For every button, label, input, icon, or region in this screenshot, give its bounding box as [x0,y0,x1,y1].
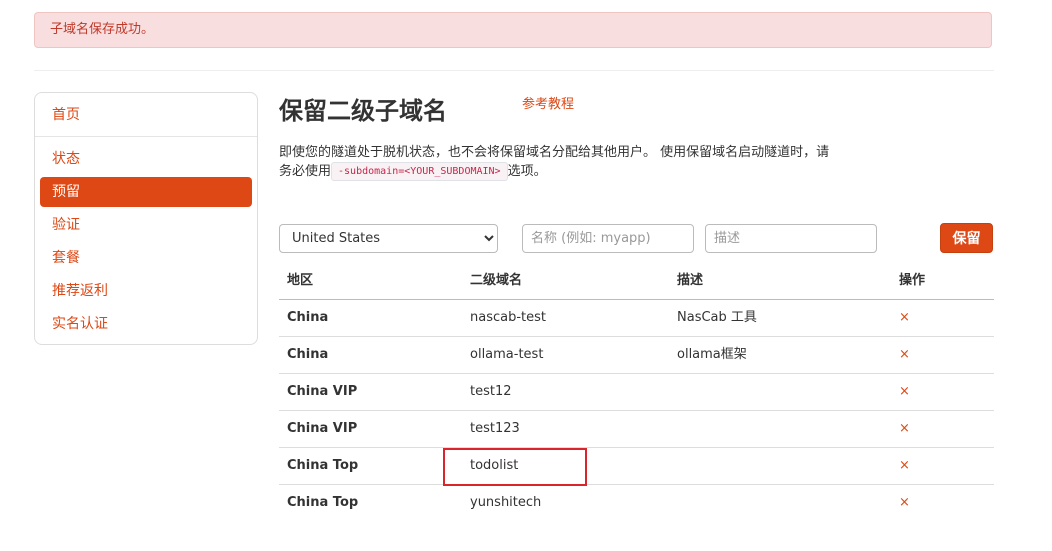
row-subdomain: nascab-test [470,310,547,325]
row-subdomain: test123 [470,421,520,436]
delete-icon[interactable]: × [899,300,910,336]
row-region: China VIP [287,421,358,436]
alert-message: 子域名保存成功。 [50,22,155,37]
header-subdomain: 二级域名 [470,273,523,288]
page-title: 保留二级子域名 [279,97,447,125]
name-input[interactable] [522,224,694,253]
row-region: China Top [287,495,359,510]
description-input[interactable] [705,224,877,253]
delete-icon[interactable]: × [899,374,910,410]
sidebar-item-status[interactable]: 状态 [40,144,252,174]
row-region: China [287,347,329,362]
row-description: ollama框架 [677,347,747,362]
table-header-row: 地区 二级域名 描述 操作 [279,263,994,300]
sidebar-item-plans[interactable]: 套餐 [40,243,252,273]
subdomain-table: 地区 二级域名 描述 操作 China nascab-test NasCab 工… [279,263,994,522]
sidebar-item-referral[interactable]: 推荐返利 [40,276,252,306]
header-region: 地区 [287,273,314,288]
region-select[interactable]: United States [279,224,498,253]
delete-icon[interactable]: × [899,485,910,521]
page-description: 即使您的隧道处于脱机状态，也不会将保留域名分配给其他用户。 使用保留域名启动隧道… [279,143,839,181]
delete-icon[interactable]: × [899,411,910,447]
delete-icon[interactable]: × [899,337,910,373]
header-description: 描述 [677,273,704,288]
subdomain-code: -subdomain=<YOUR_SUBDOMAIN> [331,162,508,181]
row-region: China Top [287,458,359,473]
reserve-button[interactable]: 保留 [940,223,993,253]
table-row: China nascab-test NasCab 工具 × [279,300,994,337]
row-region: China [287,310,329,325]
delete-icon[interactable]: × [899,448,910,484]
row-subdomain: todolist [470,458,519,473]
sidebar-item-reserve[interactable]: 预留 [40,177,252,207]
success-alert: 子域名保存成功。 [34,12,992,48]
tutorial-link[interactable]: 参考教程 [522,93,574,112]
table-row: China Top yunshitech × [279,485,994,522]
header-action: 操作 [899,273,926,288]
header-divider [34,70,994,71]
sidebar-divider [35,136,257,137]
table-row: China VIP test123 × [279,411,994,448]
table-row: China Top todolist × [279,448,994,485]
row-subdomain: test12 [470,384,512,399]
table-row: China VIP test12 × [279,374,994,411]
table-row: China ollama-test ollama框架 × [279,337,994,374]
sidebar-item-verify[interactable]: 验证 [40,210,252,240]
row-description: NasCab 工具 [677,310,757,325]
sidebar: 首页 状态 预留 验证 套餐 推荐返利 实名认证 [34,92,258,345]
sidebar-item-realname[interactable]: 实名认证 [40,309,252,339]
row-region: China VIP [287,384,358,399]
row-subdomain: yunshitech [470,495,542,510]
row-subdomain: ollama-test [470,347,544,362]
description-text-end: 选项。 [507,164,547,179]
sidebar-item-home[interactable]: 首页 [40,100,252,130]
